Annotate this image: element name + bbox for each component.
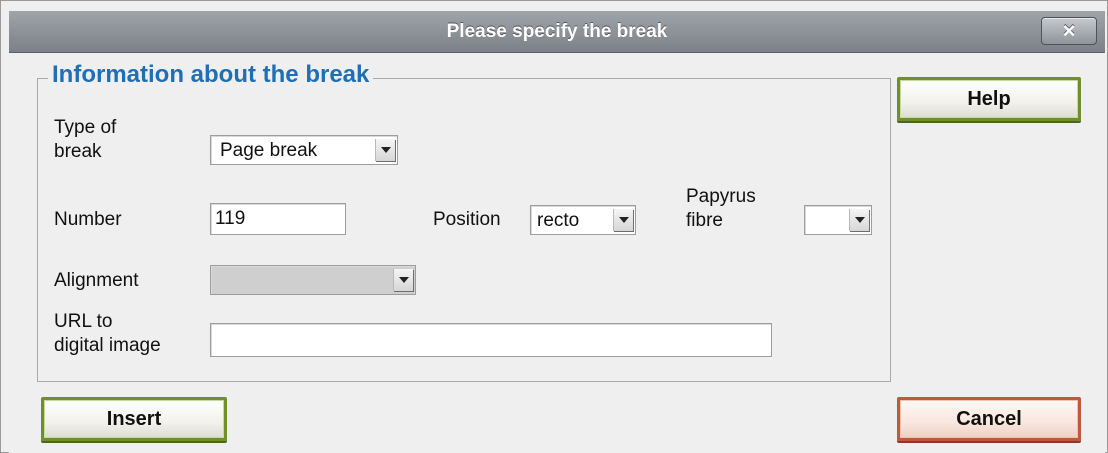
fibre-label-line2: fibre <box>686 210 723 231</box>
dialog-title: Please specify the break <box>446 21 668 42</box>
type-of-break-value: Page break <box>220 140 318 161</box>
type-label-line2: break <box>54 141 102 162</box>
url-label-line2: digital image <box>54 335 161 356</box>
type-of-break-label: Type of break <box>54 116 116 164</box>
dialog-body: Information about the break Type of brea… <box>9 53 1105 453</box>
papyrus-fibre-label: Papyrus fibre <box>686 185 756 233</box>
close-icon: × <box>1062 18 1076 43</box>
group-legend: Information about the break <box>48 61 374 89</box>
type-of-break-select[interactable]: Page break <box>210 135 398 165</box>
url-label-line1: URL to <box>54 311 113 332</box>
fibre-label-line1: Papyrus <box>686 186 756 207</box>
alignment-select[interactable] <box>210 265 416 295</box>
url-label: URL to digital image <box>54 310 161 358</box>
chevron-down-icon <box>613 209 633 231</box>
break-info-group: Information about the break Type of brea… <box>37 61 891 382</box>
position-value: recto <box>537 210 580 231</box>
chevron-down-icon <box>849 209 869 231</box>
type-label-line1: Type of <box>54 117 117 138</box>
chevron-down-icon <box>393 269 413 291</box>
number-label: Number <box>54 209 122 230</box>
title-bar: Please specify the break × <box>9 11 1105 53</box>
alignment-label: Alignment <box>54 270 139 291</box>
url-input[interactable] <box>210 323 772 357</box>
break-dialog: Please specify the break × Information a… <box>0 0 1108 453</box>
insert-button[interactable]: Insert <box>41 397 227 441</box>
close-button[interactable]: × <box>1041 17 1097 45</box>
chevron-down-icon <box>375 139 395 161</box>
position-label: Position <box>433 209 501 230</box>
cancel-button[interactable]: Cancel <box>897 397 1081 441</box>
number-input[interactable]: 119 <box>210 203 346 235</box>
position-select[interactable]: recto <box>530 205 636 235</box>
papyrus-fibre-select[interactable] <box>804 205 872 235</box>
help-button[interactable]: Help <box>897 77 1081 121</box>
